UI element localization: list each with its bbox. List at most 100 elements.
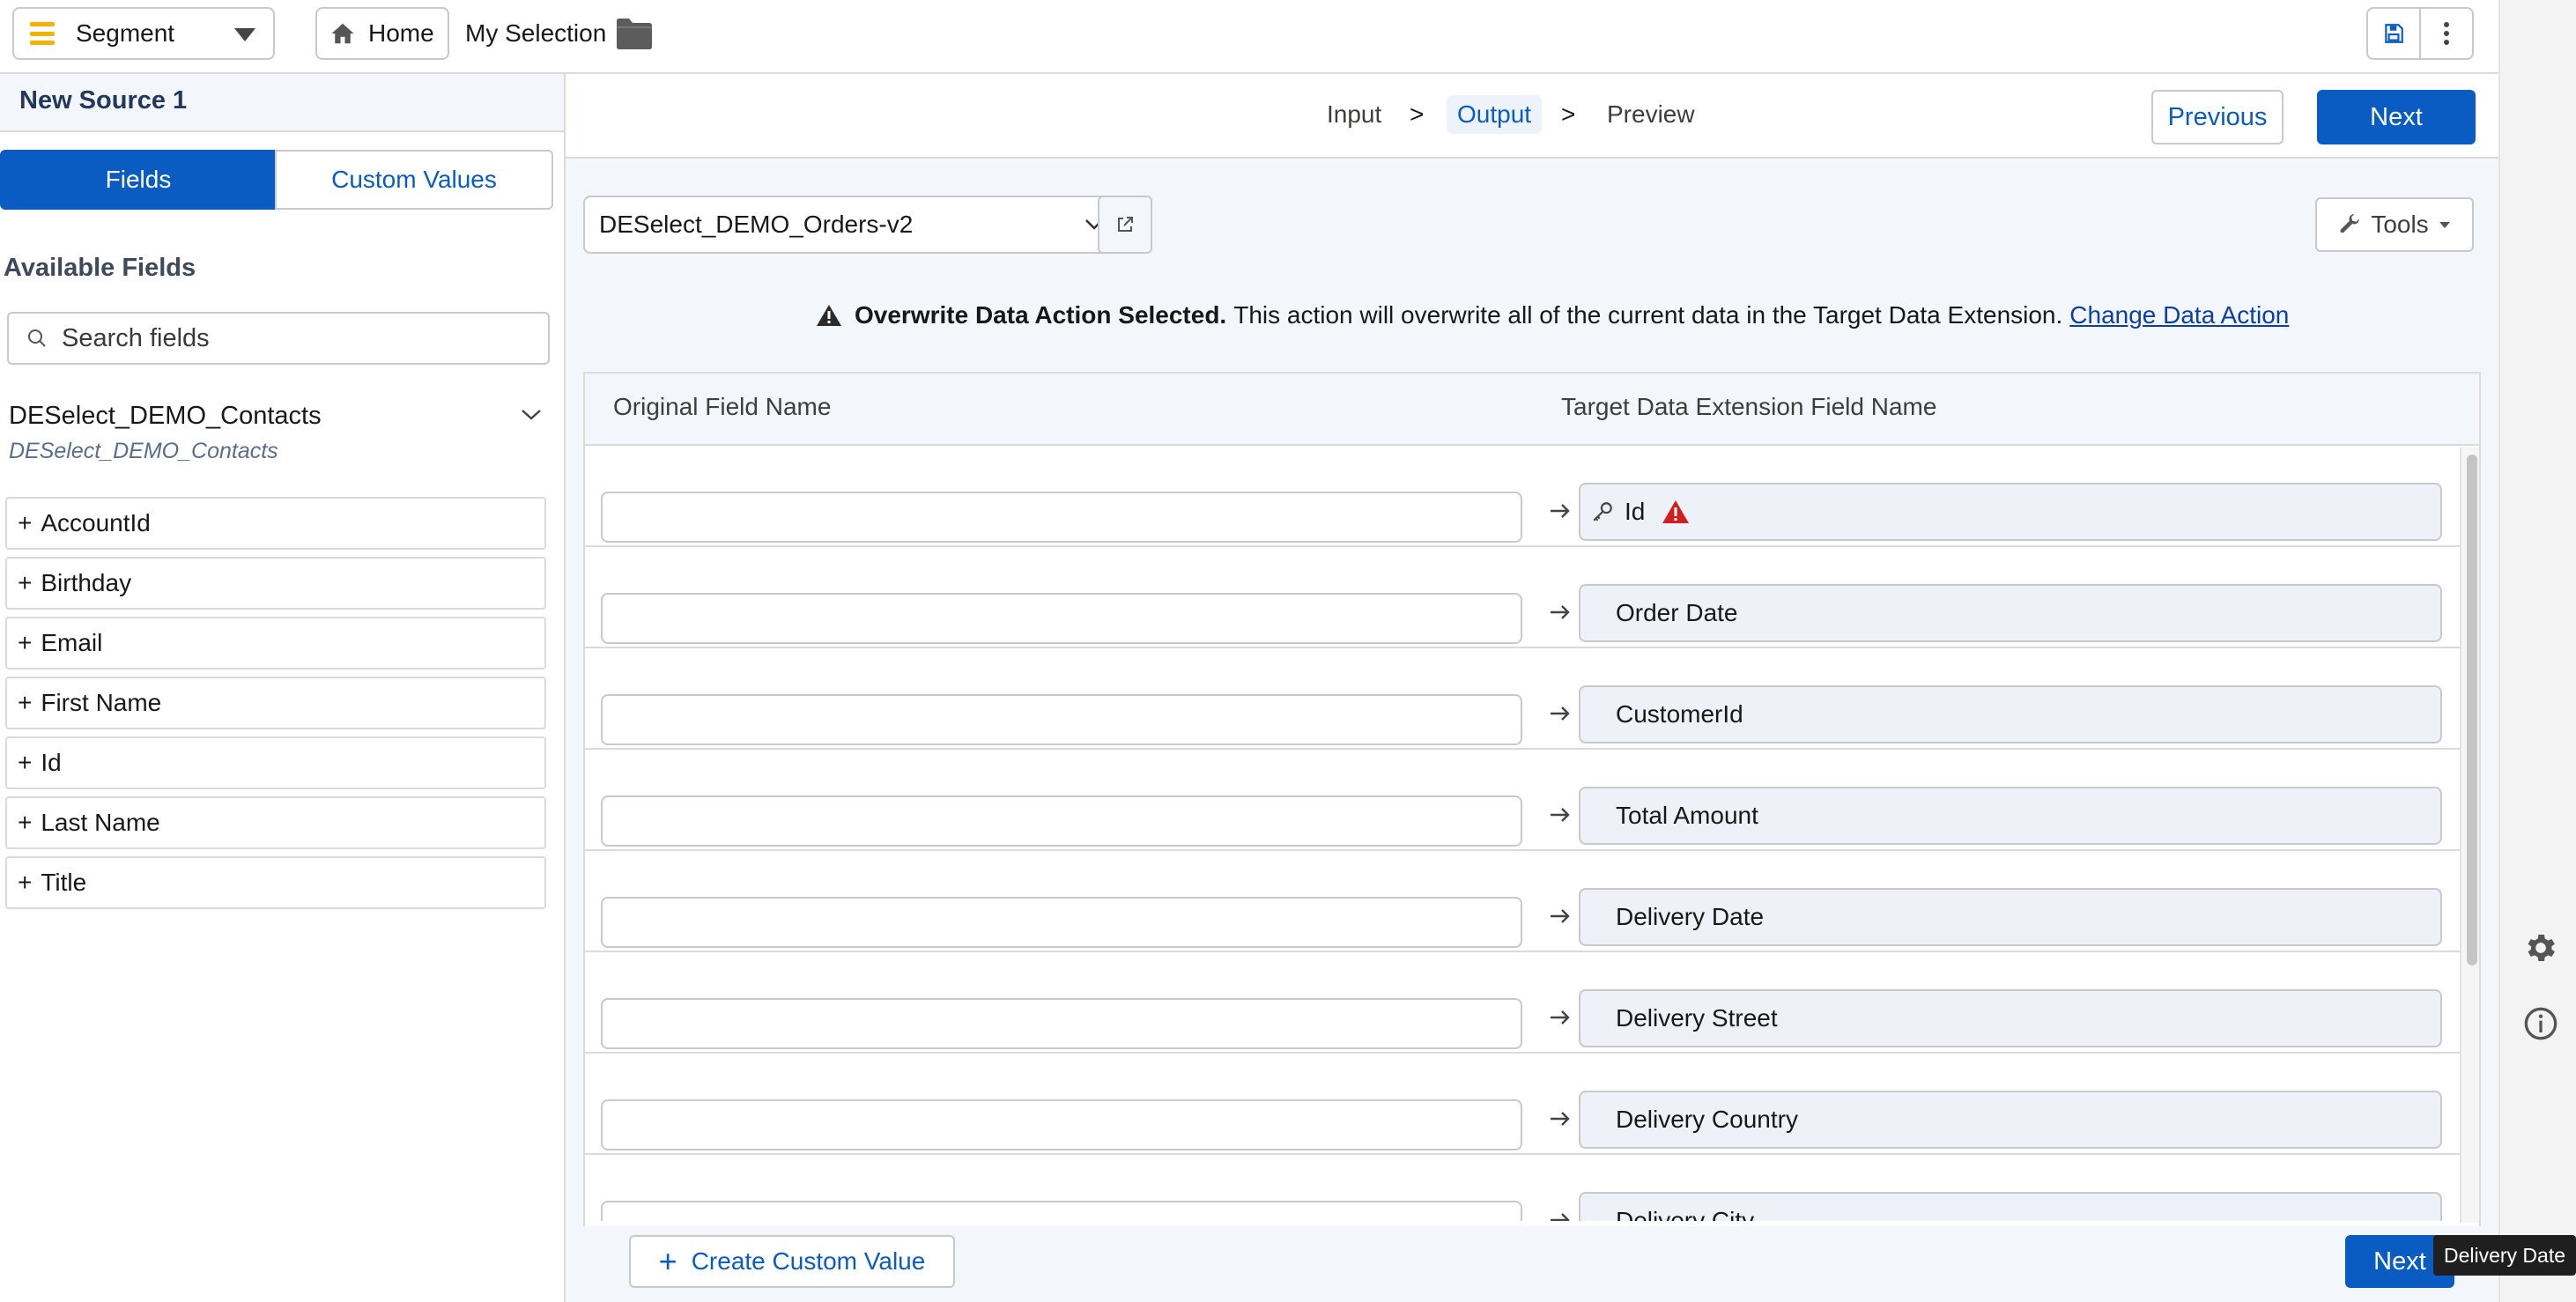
tools-button[interactable]: Tools	[2315, 197, 2474, 252]
alert-icon	[1662, 500, 1690, 523]
search-input[interactable]	[62, 323, 537, 353]
original-field-dropzone[interactable]	[601, 492, 1522, 543]
field-item[interactable]: + First Name	[5, 677, 546, 729]
tab-custom-values[interactable]: Custom Values	[275, 150, 553, 210]
arrow-right-icon	[1551, 706, 1570, 721]
table-row: Total Amount	[585, 750, 2460, 851]
available-fields-heading: Available Fields	[4, 254, 196, 282]
table-row: Delivery Street	[585, 952, 2460, 1054]
plus-icon: +	[18, 869, 33, 896]
plus-icon: +	[18, 509, 33, 536]
segment-dropdown[interactable]: Segment	[12, 7, 275, 60]
target-field: Order Date	[1579, 584, 2442, 642]
mapping-rows: Id Order Date CustomerId Total Amount De…	[585, 446, 2479, 1221]
previous-button[interactable]: Previous	[2151, 90, 2284, 144]
table-row: Delivery Country	[585, 1054, 2460, 1155]
scrollbar[interactable]	[2460, 448, 2479, 1223]
original-field-dropzone[interactable]	[601, 998, 1522, 1049]
key-icon	[1593, 502, 1612, 522]
target-field: Delivery Country	[1579, 1091, 2442, 1149]
home-label: Home	[368, 19, 434, 47]
wrench-icon	[2340, 214, 2360, 233]
home-button[interactable]: Home	[315, 7, 449, 60]
target-field-label: CustomerId	[1616, 700, 1743, 728]
original-field-dropzone[interactable]	[601, 1099, 1522, 1150]
field-label: Title	[41, 869, 87, 896]
field-label: AccountId	[41, 509, 151, 536]
field-item[interactable]: + AccountId	[5, 497, 546, 550]
source-title: New Source 1	[0, 74, 564, 132]
target-field: Delivery Date	[1579, 888, 2442, 946]
field-list: + AccountId + Birthday + Email + First Name …	[5, 497, 546, 916]
target-field-label: Id	[1625, 498, 1646, 525]
home-icon	[331, 23, 354, 44]
target-field: Delivery City	[1579, 1192, 2442, 1221]
field-item[interactable]: + Last Name	[5, 796, 546, 849]
target-de-select[interactable]: DESelect_DEMO_Orders-v2	[583, 196, 1122, 254]
arrow-right-icon	[1551, 504, 1570, 518]
step-separator: >	[1410, 100, 1425, 128]
target-de-value: DESelect_DEMO_Orders-v2	[599, 211, 914, 238]
tab-fields[interactable]: Fields	[0, 150, 277, 210]
folder-icon[interactable]	[615, 16, 654, 51]
step-preview[interactable]: Preview	[1607, 100, 1695, 129]
change-data-action-link[interactable]: Change Data Action	[2069, 301, 2289, 329]
top-bar: Segment Home My Selection	[0, 0, 2498, 74]
next-button[interactable]: Next	[2317, 90, 2476, 144]
original-field-dropzone[interactable]	[601, 694, 1522, 745]
target-field-label: Order Date	[1616, 599, 1738, 626]
create-custom-value-button[interactable]: + Create Custom Value	[629, 1235, 955, 1288]
overwrite-warning: Overwrite Data Action Selected. This act…	[816, 301, 2289, 329]
selection-name[interactable]: My Selection	[465, 19, 606, 48]
target-field-label: Delivery City	[1616, 1207, 1755, 1221]
table-row: Delivery Date	[585, 851, 2460, 952]
table-row: Order Date	[585, 547, 2460, 648]
bottom-bar: + Create Custom Value Next	[566, 1226, 2498, 1302]
more-options-button[interactable]	[2419, 7, 2474, 60]
warning-title: Overwrite Data Action Selected.	[855, 301, 1227, 329]
column-target-field: Target Data Extension Field Name	[1561, 393, 1937, 420]
field-item[interactable]: + Birthday	[5, 557, 546, 610]
warning-icon	[817, 305, 841, 326]
original-field-dropzone[interactable]	[601, 593, 1522, 644]
step-bar: Input > Output > Preview Previous Next	[566, 74, 2498, 159]
plus-icon: +	[18, 689, 33, 716]
original-field-dropzone[interactable]	[601, 1201, 1522, 1221]
save-button[interactable]	[2366, 7, 2421, 60]
table-row: CustomerId	[585, 648, 2460, 750]
save-icon	[2385, 24, 2403, 43]
left-panel: New Source 1 Fields Custom Values Availa…	[0, 74, 566, 1302]
arrow-right-icon	[1551, 605, 1570, 619]
search-box[interactable]	[7, 312, 550, 365]
external-link-icon	[1118, 217, 1133, 232]
info-icon[interactable]	[2523, 1006, 2558, 1041]
field-label: Last Name	[41, 809, 160, 836]
original-field-dropzone[interactable]	[601, 795, 1522, 847]
field-item[interactable]: + Title	[5, 856, 546, 909]
gear-icon[interactable]	[2523, 930, 2558, 965]
field-item[interactable]: + Email	[5, 617, 546, 669]
target-field-label: Delivery Street	[1616, 1004, 1778, 1032]
warning-text: This action will overwrite all of the cu…	[1233, 301, 2063, 329]
column-original-field: Original Field Name	[613, 393, 832, 420]
original-field-dropzone[interactable]	[601, 897, 1522, 948]
target-field: Delivery Street	[1579, 989, 2442, 1047]
table-row: Id	[585, 446, 2460, 547]
arrow-right-icon	[1551, 1112, 1570, 1126]
tooltip: Delivery Date	[2433, 1235, 2576, 1276]
field-item[interactable]: + Id	[5, 736, 546, 789]
scroll-thumb[interactable]	[2467, 455, 2477, 965]
plus-icon: +	[658, 1243, 677, 1279]
arrow-right-icon	[1551, 1213, 1570, 1221]
target-field: Id	[1579, 483, 2442, 541]
chevron-down-icon[interactable]	[520, 407, 543, 423]
menu-icon	[30, 22, 55, 45]
target-field-label: Total Amount	[1616, 802, 1758, 829]
target-field: CustomerId	[1579, 685, 2442, 743]
step-output[interactable]: Output	[1447, 95, 1543, 134]
data-extension-name[interactable]: DESelect_DEMO_Contacts	[9, 402, 322, 431]
open-external-button[interactable]	[1098, 196, 1152, 254]
segment-label: Segment	[76, 19, 175, 47]
step-input[interactable]: Input	[1327, 100, 1381, 129]
arrow-right-icon	[1551, 909, 1570, 923]
